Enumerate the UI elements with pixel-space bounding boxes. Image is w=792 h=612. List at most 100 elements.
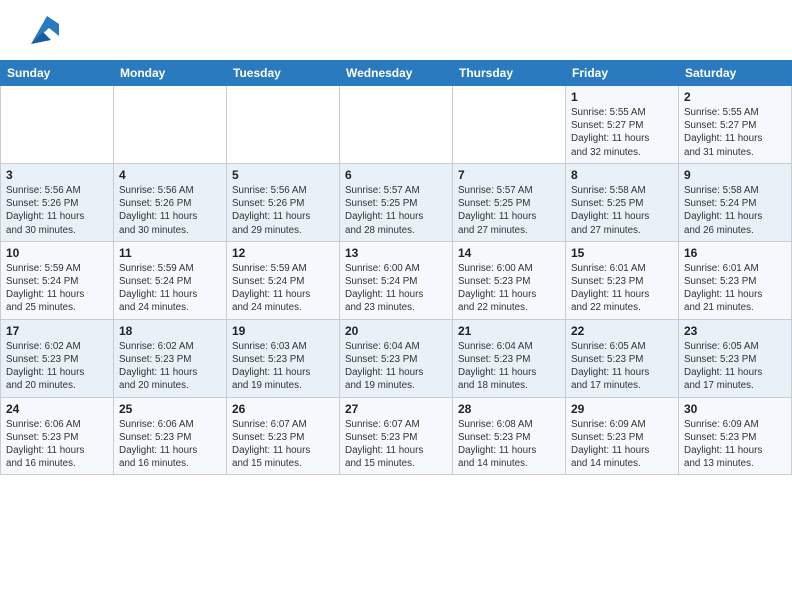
day-info: Sunrise: 6:09 AM Sunset: 5:23 PM Dayligh… [571, 418, 673, 471]
day-number: 1 [571, 90, 673, 104]
calendar-cell: 17Sunrise: 6:02 AM Sunset: 5:23 PM Dayli… [1, 319, 114, 397]
day-info: Sunrise: 5:58 AM Sunset: 5:25 PM Dayligh… [571, 184, 673, 237]
header [0, 0, 792, 60]
calendar-cell [227, 86, 340, 164]
calendar-cell: 28 Sunrise: 6:08 AM Sunset: 5:23 PM Dayli… [453, 397, 566, 475]
day-number: 25 [119, 402, 221, 416]
day-number: 3 [6, 168, 108, 182]
day-number: 27 [345, 402, 447, 416]
weekday-header-thursday: Thursday [453, 61, 566, 86]
day-info: Sunrise: 6:06 AM Sunset: 5:23 PM Dayligh… [119, 418, 221, 471]
calendar-cell: 8 Sunrise: 5:58 AM Sunset: 5:25 PM Daylig… [566, 163, 679, 241]
day-number: 26 [232, 402, 334, 416]
day-info: Sunrise: 6:00 AM Sunset: 5:24 PM Dayligh… [345, 262, 447, 315]
calendar-cell: 14Sunrise: 6:00 AM Sunset: 5:23 PM Dayli… [453, 241, 566, 319]
weekday-header-friday: Friday [566, 61, 679, 86]
day-number: 13 [345, 246, 447, 260]
day-number: 17 [6, 324, 108, 338]
day-number: 15 [571, 246, 673, 260]
day-number: 11 [119, 246, 221, 260]
day-info: Sunrise: 6:09 AM Sunset: 5:23 PM Dayligh… [684, 418, 786, 471]
calendar-cell: 3 Sunrise: 5:56 AM Sunset: 5:26 PM Daylig… [1, 163, 114, 241]
day-number: 6 [345, 168, 447, 182]
day-number: 9 [684, 168, 786, 182]
calendar-cell: 4 Sunrise: 5:56 AM Sunset: 5:26 PM Daylig… [114, 163, 227, 241]
day-number: 12 [232, 246, 334, 260]
day-number: 2 [684, 90, 786, 104]
calendar-cell: 30 Sunrise: 6:09 AM Sunset: 5:23 PM Dayli… [679, 397, 792, 475]
calendar-cell: 27 Sunrise: 6:07 AM Sunset: 5:23 PM Dayli… [340, 397, 453, 475]
day-number: 29 [571, 402, 673, 416]
day-number: 16 [684, 246, 786, 260]
calendar-cell: 20 Sunrise: 6:04 AM Sunset: 5:23 PM Dayli… [340, 319, 453, 397]
calendar-week-row: 17 Sunrise: 6:02 AM Sunset: 5:23 PM Dayli… [1, 319, 792, 397]
weekday-header-row: SundayMondayTuesdayWednesdayThursdayFrid… [1, 61, 792, 86]
calendar-week-row: 24 Sunrise: 6:06 AM Sunset: 5:23 PM Dayli… [1, 397, 792, 475]
day-info: Sunrise: 6:01 AM Sunset: 5:23 PM Dayligh… [684, 262, 786, 315]
day-info: Sunrise: 5:57 AM Sunset: 5:25 PM Dayligh… [345, 184, 447, 237]
weekday-header-tuesday: Tuesday [227, 61, 340, 86]
calendar-cell [1, 86, 114, 164]
day-info: Sunrise: 6:07 AM Sunset: 5:23 PM Dayligh… [345, 418, 447, 471]
day-number: 28 [458, 402, 560, 416]
day-number: 8 [571, 168, 673, 182]
day-info: Sunrise: 6:05 AM Sunset: 5:23 PM Dayligh… [571, 340, 673, 393]
calendar-cell: 7Sunrise: 5:57 AM Sunset: 5:25 PM Daylig… [453, 163, 566, 241]
day-info: Sunrise: 6:05 AM Sunset: 5:23 PM Dayligh… [684, 340, 786, 393]
calendar-cell: 2 Sunrise: 5:55 AM Sunset: 5:27 PM Daylig… [679, 86, 792, 164]
calendar-cell: 10 Sunrise: 5:59 AM Sunset: 5:24 PM Dayli… [1, 241, 114, 319]
day-info: Sunrise: 6:04 AM Sunset: 5:23 PM Dayligh… [458, 340, 560, 393]
calendar-cell [114, 86, 227, 164]
calendar-cell: 22 Sunrise: 6:05 AM Sunset: 5:23 PM Dayli… [566, 319, 679, 397]
calendar-week-row: 1 Sunrise: 5:55 AM Sunset: 5:27 PM Daylig… [1, 86, 792, 164]
calendar-cell: 6 Sunrise: 5:57 AM Sunset: 5:25 PM Daylig… [340, 163, 453, 241]
day-number: 20 [345, 324, 447, 338]
weekday-header-sunday: Sunday [1, 61, 114, 86]
day-number: 10 [6, 246, 108, 260]
day-info: Sunrise: 6:04 AM Sunset: 5:23 PM Dayligh… [345, 340, 447, 393]
calendar-cell: 29 Sunrise: 6:09 AM Sunset: 5:23 PM Dayli… [566, 397, 679, 475]
weekday-header-saturday: Saturday [679, 61, 792, 86]
day-info: Sunrise: 6:01 AM Sunset: 5:23 PM Dayligh… [571, 262, 673, 315]
calendar-cell: 11 Sunrise: 5:59 AM Sunset: 5:24 PM Dayli… [114, 241, 227, 319]
day-info: Sunrise: 5:59 AM Sunset: 5:24 PM Dayligh… [119, 262, 221, 315]
calendar-cell: 23 Sunrise: 6:05 AM Sunset: 5:23 PM Dayli… [679, 319, 792, 397]
calendar-cell: 13 Sunrise: 6:00 AM Sunset: 5:24 PM Dayli… [340, 241, 453, 319]
day-number: 30 [684, 402, 786, 416]
calendar-cell: 16 Sunrise: 6:01 AM Sunset: 5:23 PM Dayli… [679, 241, 792, 319]
calendar-week-row: 10 Sunrise: 5:59 AM Sunset: 5:24 PM Dayli… [1, 241, 792, 319]
day-info: Sunrise: 6:02 AM Sunset: 5:23 PM Dayligh… [119, 340, 221, 393]
day-info: Sunrise: 6:08 AM Sunset: 5:23 PM Dayligh… [458, 418, 560, 471]
day-info: Sunrise: 5:56 AM Sunset: 5:26 PM Dayligh… [6, 184, 108, 237]
day-number: 18 [119, 324, 221, 338]
calendar-cell: 15 Sunrise: 6:01 AM Sunset: 5:23 PM Dayli… [566, 241, 679, 319]
day-number: 24 [6, 402, 108, 416]
day-number: 21 [458, 324, 560, 338]
page: SundayMondayTuesdayWednesdayThursdayFrid… [0, 0, 792, 612]
calendar-cell: 12 Sunrise: 5:59 AM Sunset: 5:24 PM Dayli… [227, 241, 340, 319]
calendar-cell [340, 86, 453, 164]
day-info: Sunrise: 5:56 AM Sunset: 5:26 PM Dayligh… [119, 184, 221, 237]
day-info: Sunrise: 6:06 AM Sunset: 5:23 PM Dayligh… [6, 418, 108, 471]
calendar-table: SundayMondayTuesdayWednesdayThursdayFrid… [0, 60, 792, 475]
calendar-cell: 24 Sunrise: 6:06 AM Sunset: 5:23 PM Dayli… [1, 397, 114, 475]
weekday-header-wednesday: Wednesday [340, 61, 453, 86]
day-info: Sunrise: 5:55 AM Sunset: 5:27 PM Dayligh… [684, 106, 786, 159]
day-info: Sunrise: 5:58 AM Sunset: 5:24 PM Dayligh… [684, 184, 786, 237]
calendar-cell: 21 Sunrise: 6:04 AM Sunset: 5:23 PM Dayli… [453, 319, 566, 397]
logo [18, 14, 59, 52]
calendar-cell: 1 Sunrise: 5:55 AM Sunset: 5:27 PM Daylig… [566, 86, 679, 164]
calendar-week-row: 3 Sunrise: 5:56 AM Sunset: 5:26 PM Daylig… [1, 163, 792, 241]
day-info: Sunrise: 6:00 AM Sunset: 5:23 PM Dayligh… [458, 262, 560, 315]
day-number: 4 [119, 168, 221, 182]
day-info: Sunrise: 5:59 AM Sunset: 5:24 PM Dayligh… [232, 262, 334, 315]
day-number: 22 [571, 324, 673, 338]
day-info: Sunrise: 5:57 AM Sunset: 5:25 PM Dayligh… [458, 184, 560, 237]
day-info: Sunrise: 5:56 AM Sunset: 5:26 PM Dayligh… [232, 184, 334, 237]
day-info: Sunrise: 5:55 AM Sunset: 5:27 PM Dayligh… [571, 106, 673, 159]
calendar-cell: 26Sunrise: 6:07 AM Sunset: 5:23 PM Dayli… [227, 397, 340, 475]
day-info: Sunrise: 5:59 AM Sunset: 5:24 PM Dayligh… [6, 262, 108, 315]
day-number: 23 [684, 324, 786, 338]
calendar-cell: 5Sunrise: 5:56 AM Sunset: 5:26 PM Daylig… [227, 163, 340, 241]
logo-icon [21, 14, 59, 52]
